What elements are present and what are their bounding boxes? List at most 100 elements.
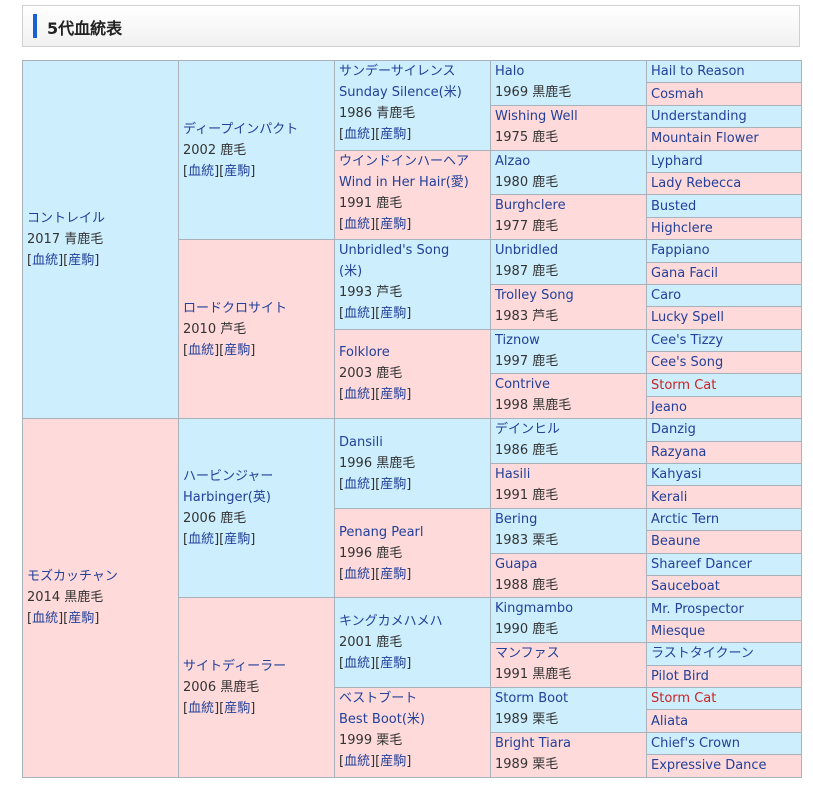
horse-name-link[interactable]: キングカメハメハ bbox=[339, 611, 486, 632]
horse-name-link[interactable]: Dansili bbox=[339, 432, 486, 453]
progeny-link[interactable]: 産駒 bbox=[68, 611, 94, 626]
horse-name-link[interactable]: Lady Rebecca bbox=[651, 173, 797, 193]
horse-name-link[interactable]: モズカッチャン bbox=[27, 566, 174, 587]
horse-info: 2014 黒鹿毛 bbox=[27, 590, 104, 606]
horse-info: 1991 鹿毛 bbox=[495, 488, 559, 504]
horse-name-link[interactable]: Storm Cat bbox=[651, 375, 797, 395]
horse-name-link[interactable]: Guapa bbox=[495, 554, 642, 575]
horse-name-link[interactable]: Cee's Tizzy bbox=[651, 330, 797, 350]
pedigree-link[interactable]: 血統 bbox=[344, 656, 370, 671]
horse-name-link[interactable]: ラストタイクーン bbox=[651, 644, 797, 664]
horse-name-link[interactable]: Hail to Reason bbox=[651, 62, 797, 82]
horse-name-link[interactable]: ウインドインハーヘア bbox=[339, 151, 486, 172]
horse-name-en-link[interactable]: Best Boot(米) bbox=[339, 709, 486, 730]
horse-name-link[interactable]: Aliata bbox=[651, 711, 797, 731]
horse-name-link[interactable]: Folklore bbox=[339, 342, 486, 363]
progeny-link[interactable]: 産駒 bbox=[380, 387, 406, 402]
horse-name-link[interactable]: Mountain Flower bbox=[651, 129, 797, 149]
horse-name-link[interactable]: Lyphard bbox=[651, 151, 797, 171]
horse-name-link[interactable]: サンデーサイレンス bbox=[339, 61, 486, 82]
progeny-link[interactable]: 産駒 bbox=[380, 217, 406, 232]
horse-name-link[interactable]: Contrive bbox=[495, 375, 642, 396]
ancestor-cell-gen5: Chief's Crown bbox=[646, 731, 802, 756]
progeny-link[interactable]: 産駒 bbox=[380, 306, 406, 321]
horse-name-link[interactable]: Danzig bbox=[651, 420, 797, 440]
horse-name-link[interactable]: Shareef Dancer bbox=[651, 554, 797, 574]
horse-name-link[interactable]: Cee's Song bbox=[651, 353, 797, 373]
horse-name-link[interactable]: Caro bbox=[651, 285, 797, 305]
horse-name-link[interactable]: ロードクロサイト bbox=[183, 298, 330, 319]
horse-name-link[interactable]: ディープインパクト bbox=[183, 119, 330, 140]
horse-name-link[interactable]: Lucky Spell bbox=[651, 308, 797, 328]
horse-name-link[interactable]: サイトディーラー bbox=[183, 656, 330, 677]
horse-name-link[interactable]: Busted bbox=[651, 196, 797, 216]
horse-name-link[interactable]: Burghclere bbox=[495, 196, 642, 217]
horse-name-link[interactable]: Hasili bbox=[495, 465, 642, 486]
horse-name-link[interactable]: Storm Boot bbox=[495, 688, 642, 709]
horse-name-link[interactable]: ハービンジャー bbox=[183, 466, 330, 487]
horse-name-link[interactable]: Unbridled bbox=[495, 241, 642, 262]
ancestor-cell-gen5: Hail to Reason bbox=[646, 59, 802, 84]
horse-name-link[interactable]: Miesque bbox=[651, 621, 797, 641]
horse-name-link[interactable]: Halo bbox=[495, 61, 642, 82]
pedigree-link[interactable]: 血統 bbox=[344, 306, 370, 321]
horse-name-link[interactable]: Expressive Dance bbox=[651, 756, 797, 776]
horse-name-link[interactable]: Understanding bbox=[651, 106, 797, 126]
horse-name-link[interactable]: マンファス bbox=[495, 644, 642, 665]
pedigree-link[interactable]: 血統 bbox=[32, 611, 58, 626]
progeny-link[interactable]: 産駒 bbox=[380, 567, 406, 582]
horse-name-link[interactable]: ベストブート bbox=[339, 688, 486, 709]
horse-name-link[interactable]: コントレイル bbox=[27, 208, 174, 229]
horse-name-link[interactable]: Storm Cat bbox=[651, 688, 797, 708]
pedigree-link[interactable]: 血統 bbox=[344, 217, 370, 232]
horse-name-link[interactable]: Razyana bbox=[651, 442, 797, 462]
progeny-link[interactable]: 産駒 bbox=[224, 701, 250, 716]
progeny-link[interactable]: 産駒 bbox=[380, 754, 406, 769]
pedigree-link[interactable]: 血統 bbox=[344, 127, 370, 142]
horse-name-link[interactable]: Cosmah bbox=[651, 84, 797, 104]
horse-name-link[interactable]: Bright Tiara bbox=[495, 733, 642, 754]
horse-name-link[interactable]: Arctic Tern bbox=[651, 509, 797, 529]
progeny-link[interactable]: 産駒 bbox=[224, 343, 250, 358]
horse-name-link[interactable]: Bering bbox=[495, 509, 642, 530]
pedigree-link[interactable]: 血統 bbox=[188, 164, 214, 179]
progeny-link[interactable]: 産駒 bbox=[224, 532, 250, 547]
horse-name-link[interactable]: Trolley Song bbox=[495, 285, 642, 306]
horse-name-en-link[interactable]: (米) bbox=[339, 261, 486, 282]
horse-name-link[interactable]: Chief's Crown bbox=[651, 733, 797, 753]
horse-name-link[interactable]: Unbridled's Song bbox=[339, 241, 486, 262]
horse-name-en-link[interactable]: Wind in Her Hair(愛) bbox=[339, 172, 486, 193]
progeny-link[interactable]: 産駒 bbox=[380, 656, 406, 671]
progeny-link[interactable]: 産駒 bbox=[68, 253, 94, 268]
horse-name-link[interactable]: Sauceboat bbox=[651, 577, 797, 597]
progeny-link[interactable]: 産駒 bbox=[380, 127, 406, 142]
horse-name-link[interactable]: Kahyasi bbox=[651, 465, 797, 485]
horse-name-link[interactable]: Mr. Prospector bbox=[651, 599, 797, 619]
horse-name-en-link[interactable]: Sunday Silence(米) bbox=[339, 82, 486, 103]
pedigree-link[interactable]: 血統 bbox=[344, 567, 370, 582]
progeny-link[interactable]: 産駒 bbox=[380, 477, 406, 492]
horse-name-link[interactable]: Wishing Well bbox=[495, 106, 642, 127]
pedigree-link[interactable]: 血統 bbox=[344, 387, 370, 402]
pedigree-link[interactable]: 血統 bbox=[344, 477, 370, 492]
horse-name-link[interactable]: Alzao bbox=[495, 151, 642, 172]
pedigree-link[interactable]: 血統 bbox=[188, 701, 214, 716]
progeny-link[interactable]: 産駒 bbox=[224, 164, 250, 179]
horse-name-link[interactable]: Gana Facil bbox=[651, 263, 797, 283]
horse-name-en-link[interactable]: Harbinger(英) bbox=[183, 487, 330, 508]
horse-name-link[interactable]: Highclere bbox=[651, 218, 797, 238]
horse-name-link[interactable]: Tiznow bbox=[495, 330, 642, 351]
pedigree-link[interactable]: 血統 bbox=[188, 532, 214, 547]
horse-name-link[interactable]: Beaune bbox=[651, 532, 797, 552]
horse-name-link[interactable]: Kerali bbox=[651, 487, 797, 507]
horse-name-link[interactable]: デインヒル bbox=[495, 420, 642, 441]
horse-name-link[interactable]: Kingmambo bbox=[495, 599, 642, 620]
horse-name-link[interactable]: Penang Pearl bbox=[339, 522, 486, 543]
pedigree-link[interactable]: 血統 bbox=[32, 253, 58, 268]
horse-info: 2010 芦毛 bbox=[183, 321, 247, 337]
horse-name-link[interactable]: Fappiano bbox=[651, 241, 797, 261]
horse-name-link[interactable]: Pilot Bird bbox=[651, 666, 797, 686]
horse-name-link[interactable]: Jeano bbox=[651, 397, 797, 417]
pedigree-link[interactable]: 血統 bbox=[188, 343, 214, 358]
pedigree-link[interactable]: 血統 bbox=[344, 754, 370, 769]
